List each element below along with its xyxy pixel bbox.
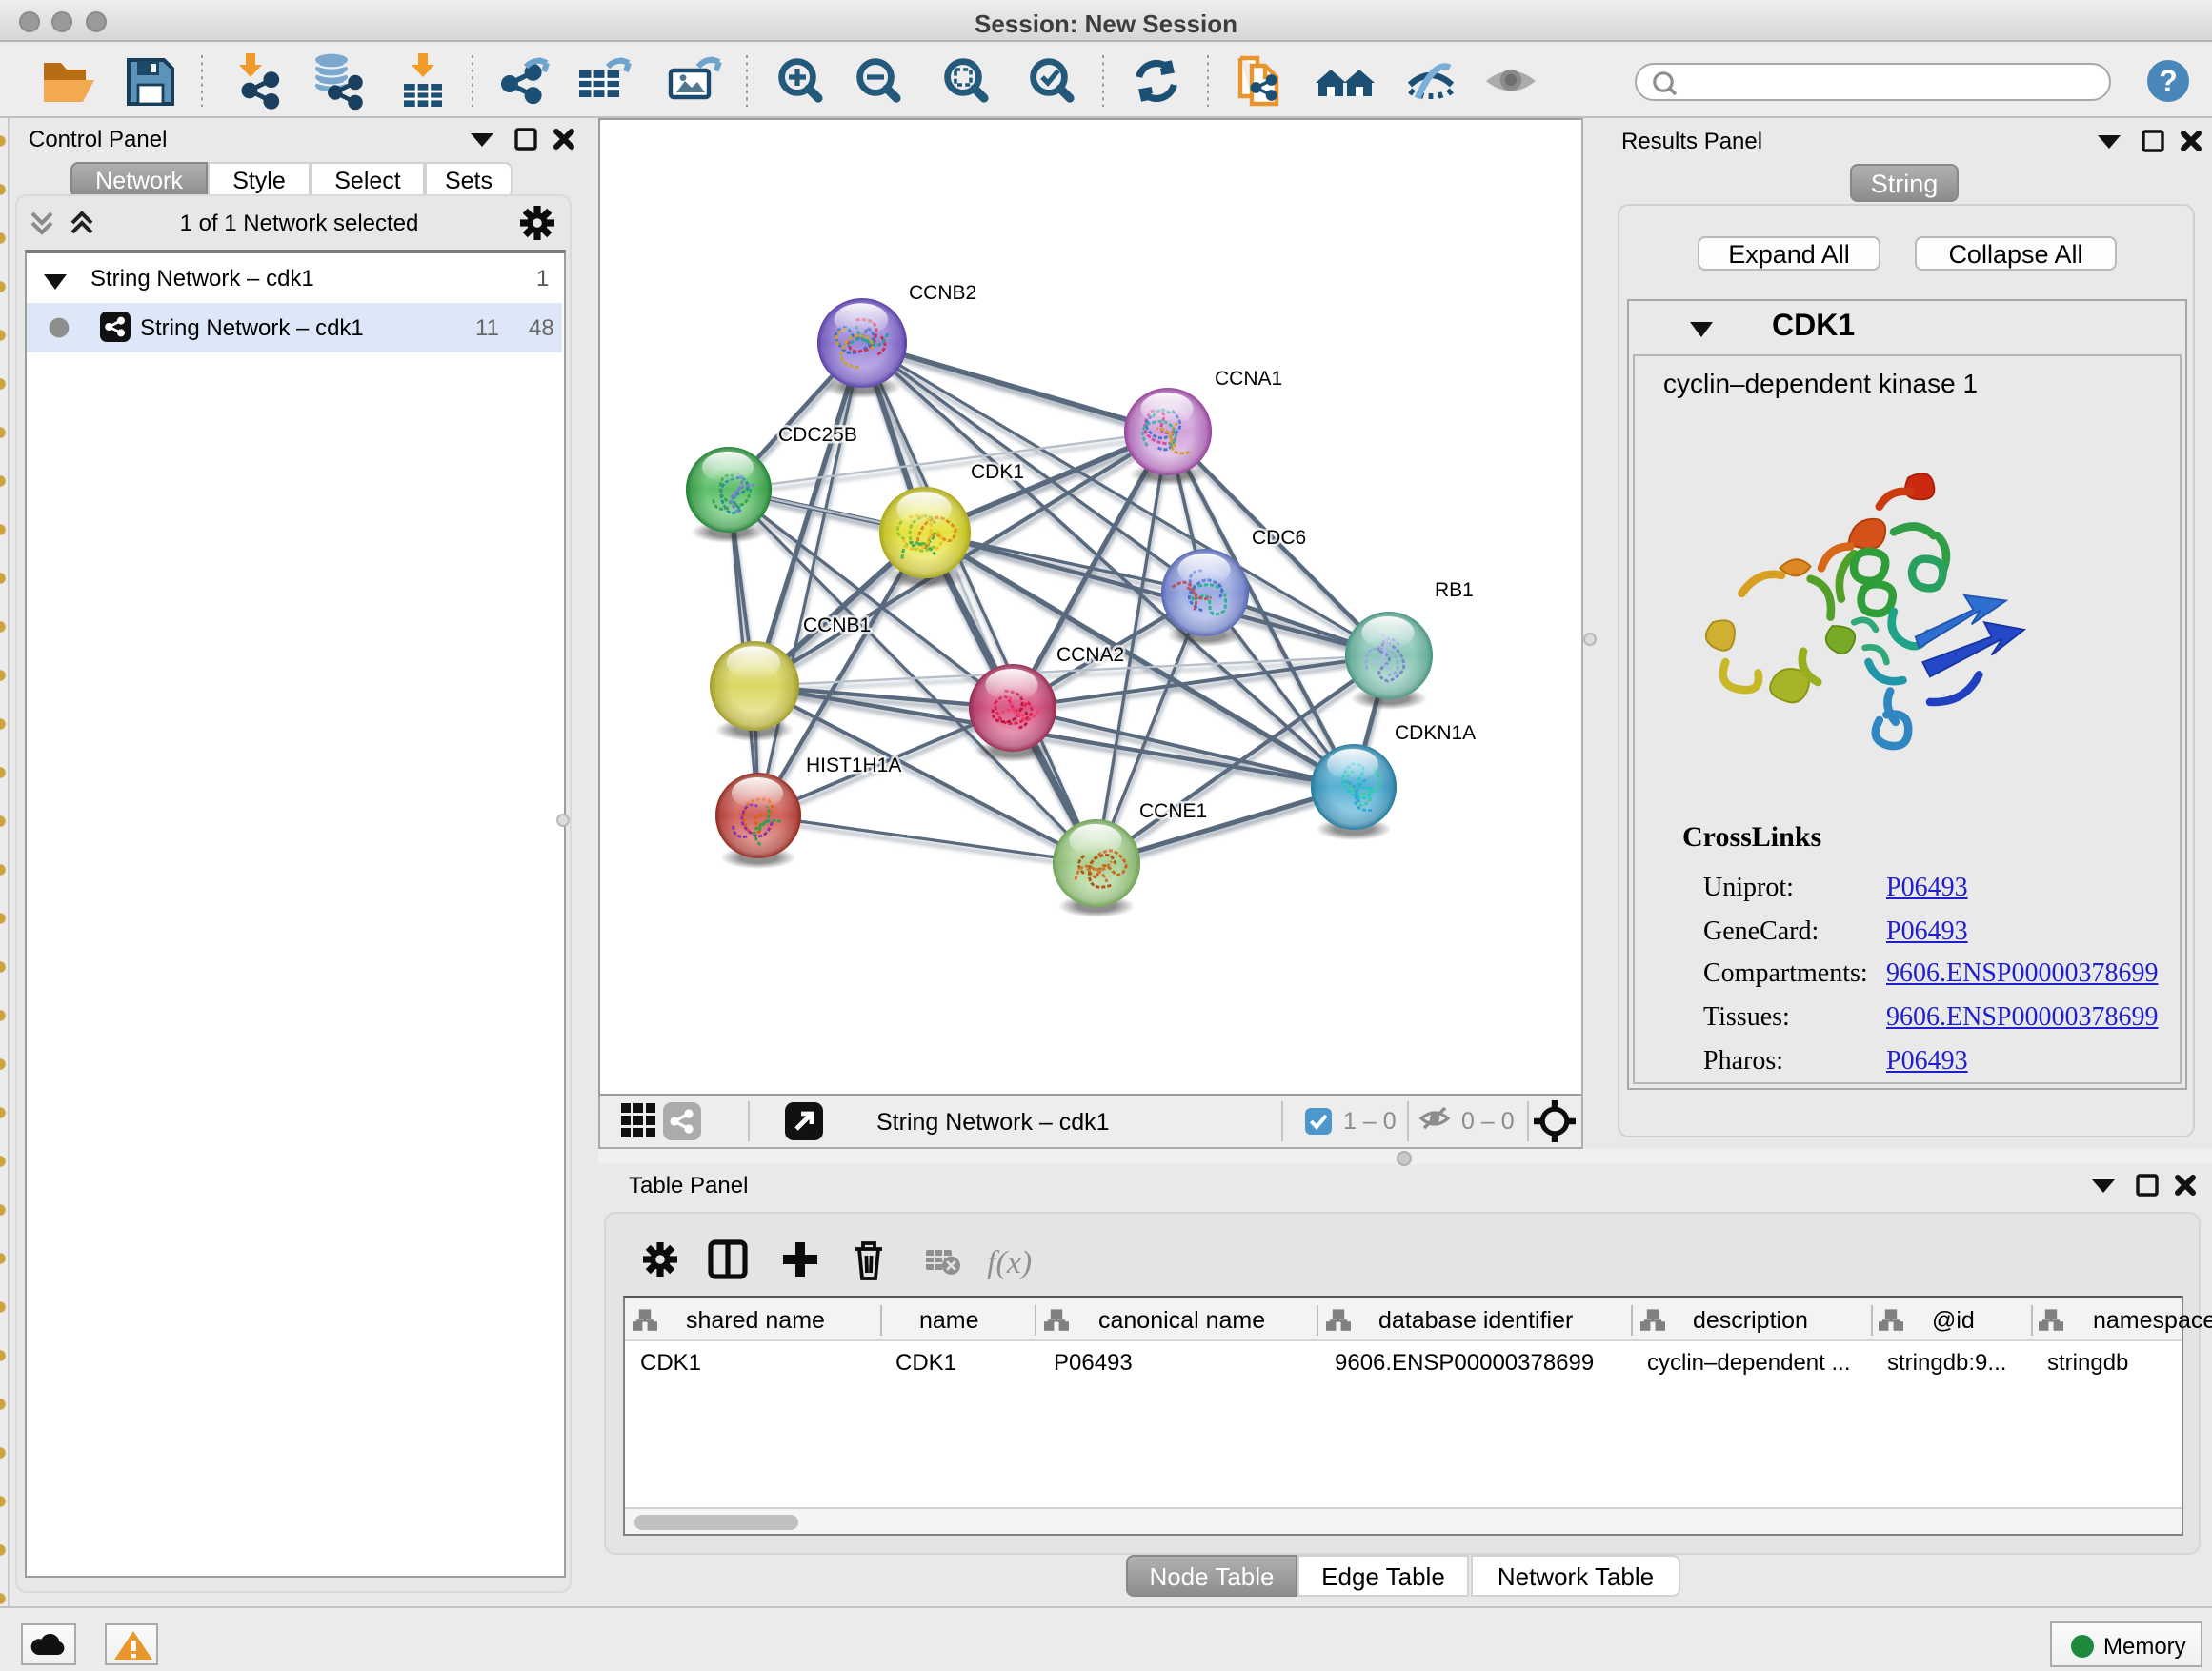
svg-text:String Network – cdk1: String Network – cdk1 xyxy=(876,1108,1110,1135)
svg-text:CCNA2: CCNA2 xyxy=(1056,644,1124,666)
svg-text:CDC25B: CDC25B xyxy=(778,424,857,446)
svg-text:f(x): f(x) xyxy=(987,1245,1032,1280)
svg-text:CCNB2: CCNB2 xyxy=(909,282,976,304)
svg-text:HIST1H1A: HIST1H1A xyxy=(806,755,901,776)
svg-text:CDC6: CDC6 xyxy=(1252,527,1306,549)
svg-text:CCNE1: CCNE1 xyxy=(1139,800,1207,822)
svg-text:0 – 0: 0 – 0 xyxy=(1461,1107,1515,1134)
svg-text:CCNA1: CCNA1 xyxy=(1215,368,1282,390)
svg-text:RB1: RB1 xyxy=(1435,579,1474,601)
svg-text:CDKN1A: CDKN1A xyxy=(1395,722,1476,744)
svg-text:1 – 0: 1 – 0 xyxy=(1343,1107,1397,1134)
svg-text:CDK1: CDK1 xyxy=(971,461,1024,483)
svg-text:CCNB1: CCNB1 xyxy=(803,614,871,636)
svg-text:?: ? xyxy=(2159,64,2178,98)
